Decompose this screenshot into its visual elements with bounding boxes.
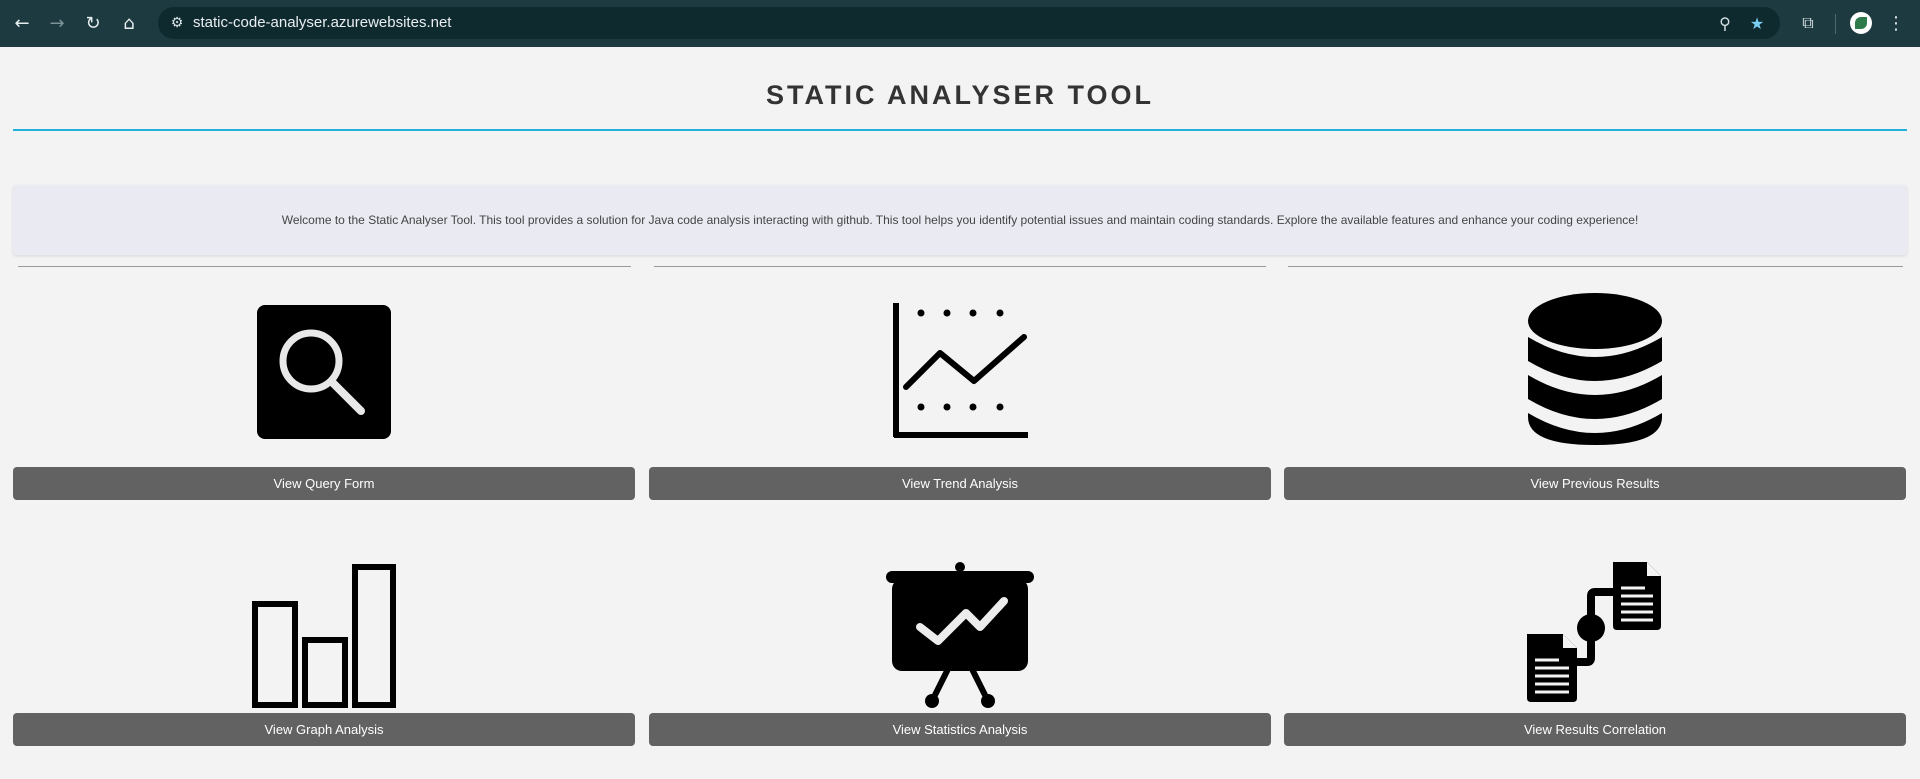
column-divider-1 xyxy=(18,266,631,267)
page-title: STATIC ANALYSER TOOL xyxy=(765,80,1155,110)
welcome-banner: Welcome to the Static Analyser Tool. Thi… xyxy=(13,185,1907,255)
url-text[interactable]: static-code-analyser.azurewebsites.net xyxy=(193,14,451,31)
column-divider-2 xyxy=(654,266,1266,267)
card-icon-area xyxy=(13,290,635,455)
card-icon-area xyxy=(649,546,1271,709)
view-previous-results-button[interactable]: View Previous Results xyxy=(1284,467,1906,500)
title-divider xyxy=(13,129,1907,131)
bookmark-star-icon[interactable]: ★ xyxy=(1747,13,1767,33)
profile-avatar[interactable] xyxy=(1850,12,1872,34)
search-icon[interactable] xyxy=(257,305,391,439)
home-icon[interactable]: ⌂ xyxy=(116,10,142,36)
presentation-chart-icon[interactable] xyxy=(886,561,1034,709)
toolbar-divider xyxy=(1835,14,1836,34)
card-icon-area xyxy=(13,546,635,709)
view-query-form-button[interactable]: View Query Form xyxy=(13,467,635,500)
browser-toolbar: ← → ↻ ⌂ ⚙ static-code-analyser.azurewebs… xyxy=(0,0,1920,47)
back-icon[interactable]: ← xyxy=(9,10,35,36)
address-bar[interactable]: ⚙ static-code-analyser.azurewebsites.net… xyxy=(158,7,1780,39)
browser-menu-icon[interactable]: ⋮ xyxy=(1884,11,1908,35)
site-info-icon[interactable]: ⚙ xyxy=(168,14,186,32)
card-icon-area xyxy=(1284,290,1906,455)
trend-chart-icon[interactable] xyxy=(892,303,1028,439)
reload-icon[interactable]: ↻ xyxy=(80,10,106,36)
bar-chart-icon[interactable] xyxy=(251,563,397,709)
card-icon-area xyxy=(649,290,1271,455)
column-divider-3 xyxy=(1288,266,1903,267)
forward-icon[interactable]: → xyxy=(44,10,70,36)
document-correlation-icon[interactable] xyxy=(1525,562,1665,702)
view-results-correlation-button[interactable]: View Results Correlation xyxy=(1284,713,1906,746)
card-icon-area xyxy=(1284,546,1906,702)
avatar-leaf-icon xyxy=(1855,17,1867,29)
view-statistics-analysis-button[interactable]: View Statistics Analysis xyxy=(649,713,1271,746)
database-icon[interactable] xyxy=(1528,293,1662,445)
view-graph-analysis-button[interactable]: View Graph Analysis xyxy=(13,713,635,746)
zoom-icon[interactable]: ⚲ xyxy=(1715,13,1735,33)
extensions-icon[interactable]: ⧉ xyxy=(1796,11,1820,35)
view-trend-analysis-button[interactable]: View Trend Analysis xyxy=(649,467,1271,500)
welcome-text: Welcome to the Static Analyser Tool. Thi… xyxy=(281,213,1639,227)
